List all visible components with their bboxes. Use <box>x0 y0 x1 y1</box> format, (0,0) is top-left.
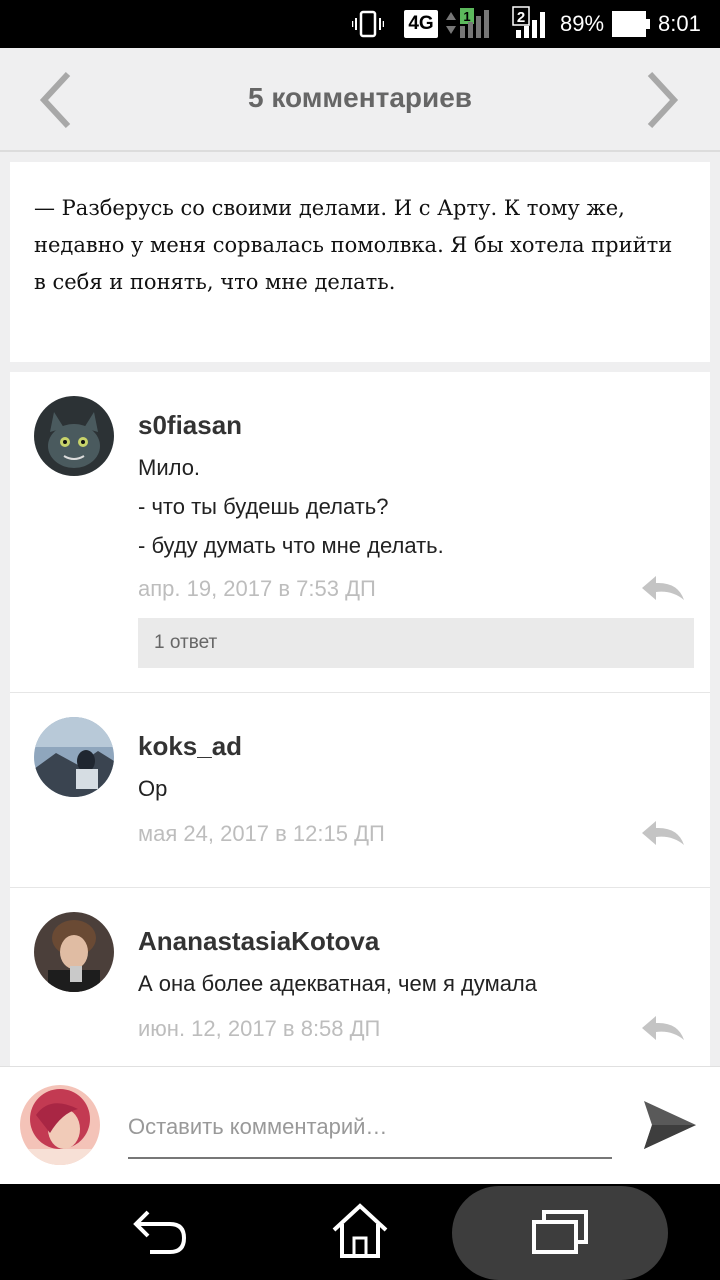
sim2-label: 2 <box>517 9 525 26</box>
quote-text: — Разберусь со своими делами. И с Арту. … <box>34 196 673 294</box>
home-icon[interactable] <box>330 1202 390 1260</box>
comments-list: s0fiasan Мило. - что ты будешь делать? -… <box>10 372 710 1066</box>
avatar[interactable] <box>34 717 114 797</box>
signal-sim2-icon: 2 <box>512 6 545 38</box>
reply-icon[interactable] <box>640 819 686 849</box>
user-avatar-icon <box>20 1085 100 1165</box>
comment-input[interactable] <box>128 1103 612 1159</box>
comment-item: s0fiasan Мило. - что ты будешь делать? -… <box>10 372 710 693</box>
clock: 8:01 <box>658 11 701 36</box>
comment-body: Ор <box>138 769 167 808</box>
landscape-avatar-icon <box>34 717 114 797</box>
back-icon[interactable] <box>130 1206 190 1258</box>
recents-icon[interactable] <box>530 1208 590 1256</box>
system-navbar <box>0 1184 720 1280</box>
comment-body: А она более адекватная, чем я думала <box>138 964 537 1003</box>
replies-toggle[interactable]: 1 ответ <box>138 618 694 668</box>
comment-line: - буду думать что мне делать. <box>138 533 444 558</box>
page-header: 5 комментариев <box>0 48 720 152</box>
signal-sim1-icon: 1 <box>446 8 489 38</box>
comment-timestamp: апр. 19, 2017 в 7:53 ДП <box>138 576 376 601</box>
comment-timestamp: июн. 12, 2017 в 8:58 ДП <box>138 1016 381 1041</box>
comment-author[interactable]: koks_ad <box>138 731 242 762</box>
status-bar: 4G 1 2 89% 8:01 <box>0 0 720 48</box>
comment-body: Мило. - что ты будешь делать? - буду дум… <box>138 448 444 565</box>
comment-item: koks_ad Ор мая 24, 2017 в 12:15 ДП <box>10 693 710 888</box>
comment-line: Ор <box>138 776 168 801</box>
network-type-badge: 4G <box>404 10 438 38</box>
battery-percent: 89% <box>560 11 605 36</box>
battery-icon <box>612 11 650 37</box>
comment-item: AnanastasiaKotova А она более адекватная… <box>10 888 710 1066</box>
reply-icon[interactable] <box>640 1014 686 1044</box>
send-icon[interactable] <box>640 1097 698 1153</box>
avatar <box>20 1085 100 1165</box>
comment-author[interactable]: s0fiasan <box>138 410 242 441</box>
comment-timestamp: мая 24, 2017 в 12:15 ДП <box>138 821 385 846</box>
comment-author[interactable]: AnanastasiaKotova <box>138 926 379 957</box>
quoted-passage: — Разберусь со своими делами. И с Арту. … <box>10 162 710 362</box>
cat-avatar-icon <box>34 396 114 476</box>
page-title: 5 комментариев <box>247 82 473 113</box>
person-avatar-icon <box>34 912 114 992</box>
comment-line: Мило. <box>138 455 201 480</box>
sim1-label: 1 <box>463 9 470 24</box>
comment-line: А она более адекватная, чем я думала <box>138 971 537 996</box>
app-screen: 4G 1 2 89% 8:01 5 комментариев — Разберу… <box>0 0 720 1280</box>
reply-icon[interactable] <box>640 574 686 604</box>
comment-composer <box>0 1066 720 1184</box>
avatar[interactable] <box>34 396 114 476</box>
vibrate-icon <box>352 10 384 38</box>
chevron-right-icon[interactable] <box>640 70 684 130</box>
comment-line: - что ты будешь делать? <box>138 494 389 519</box>
avatar[interactable] <box>34 912 114 992</box>
